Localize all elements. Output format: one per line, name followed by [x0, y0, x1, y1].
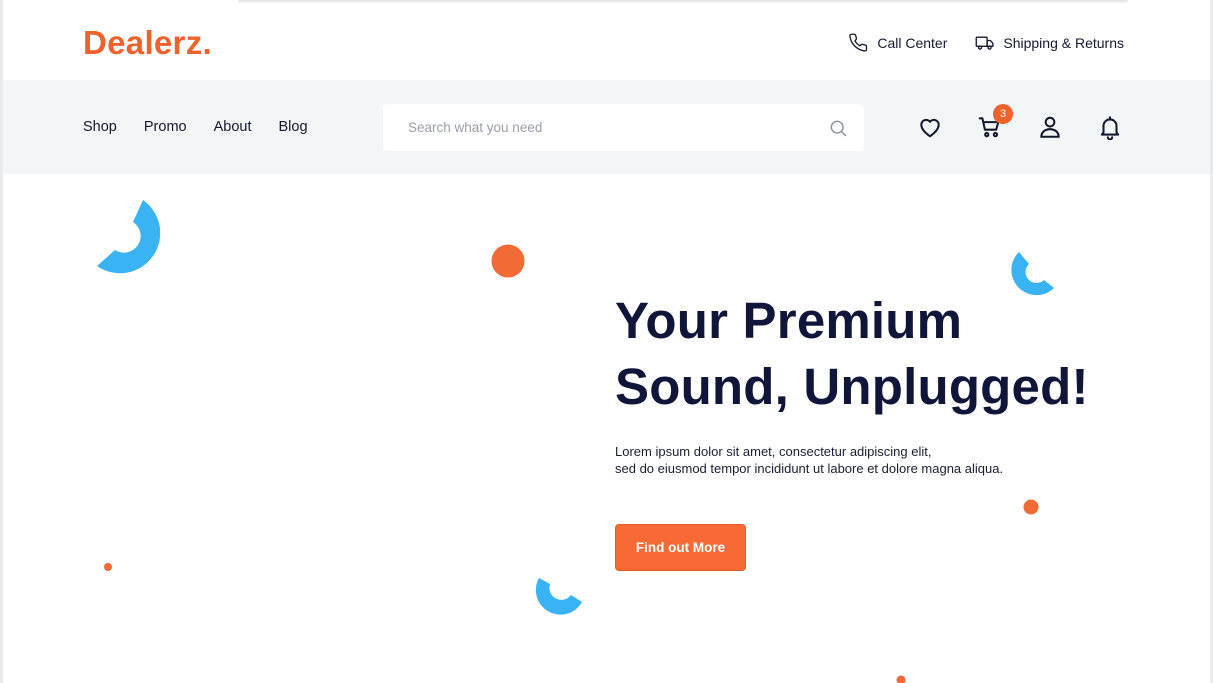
hero-title-line: Sound, Unplugged!: [615, 358, 1089, 415]
search-icon[interactable]: [828, 118, 848, 138]
cart-button[interactable]: 3: [977, 104, 1013, 140]
nav-menu: Shop Promo About Blog: [83, 119, 308, 135]
user-icon: [1040, 116, 1060, 138]
heart-icon: [920, 118, 940, 138]
notifications-button[interactable]: [1097, 114, 1123, 141]
page: Dealerz. Call Center Shipping & Returns: [0, 0, 1213, 683]
hero-title-line: Your Premium: [615, 292, 963, 349]
account-button[interactable]: [1037, 114, 1063, 140]
hero-description: Lorem ipsum dolor sit amet, consectetur …: [615, 443, 1095, 477]
bell-icon: [1100, 116, 1120, 141]
hero-description-line: Lorem ipsum dolor sit amet, consectetur …: [615, 444, 932, 459]
call-center-link[interactable]: Call Center: [849, 33, 947, 53]
cart-count-badge: 3: [993, 104, 1013, 124]
find-out-more-button[interactable]: Find out More: [615, 524, 746, 571]
top-bar: Dealerz. Call Center Shipping & Returns: [3, 0, 1210, 80]
truck-icon: [975, 36, 994, 50]
phone-icon: [849, 33, 868, 52]
nav-bar: Shop Promo About Blog Search what you ne…: [3, 80, 1210, 174]
blue-arc-decoration: [535, 578, 582, 615]
call-center-label: Call Center: [877, 35, 948, 51]
orange-dot-decoration: [104, 563, 112, 571]
nav-item-about[interactable]: About: [214, 119, 252, 135]
hero-title: Your Premium Sound, Unplugged!: [615, 288, 1175, 420]
shipping-returns-link[interactable]: Shipping & Returns: [975, 33, 1124, 53]
shipping-returns-label: Shipping & Returns: [1003, 35, 1124, 51]
hero-description-line: sed do eiusmod tempor incididunt ut labo…: [615, 461, 1004, 476]
nav-icons: 3: [917, 104, 1123, 141]
search-input[interactable]: [383, 104, 813, 151]
nav-item-shop[interactable]: Shop: [83, 119, 117, 135]
wishlist-button[interactable]: [917, 114, 943, 140]
orange-dot-decoration: [491, 244, 525, 278]
orange-dot-decoration: [1023, 499, 1039, 515]
nav-item-blog[interactable]: Blog: [279, 119, 308, 135]
top-links: Call Center Shipping & Returns: [849, 33, 1124, 53]
search-box: [383, 104, 864, 151]
blue-arc-decoration: [97, 200, 161, 274]
orange-dot-decoration: [896, 675, 906, 683]
logo[interactable]: Dealerz.: [83, 24, 212, 62]
nav-item-promo[interactable]: Promo: [144, 119, 187, 135]
